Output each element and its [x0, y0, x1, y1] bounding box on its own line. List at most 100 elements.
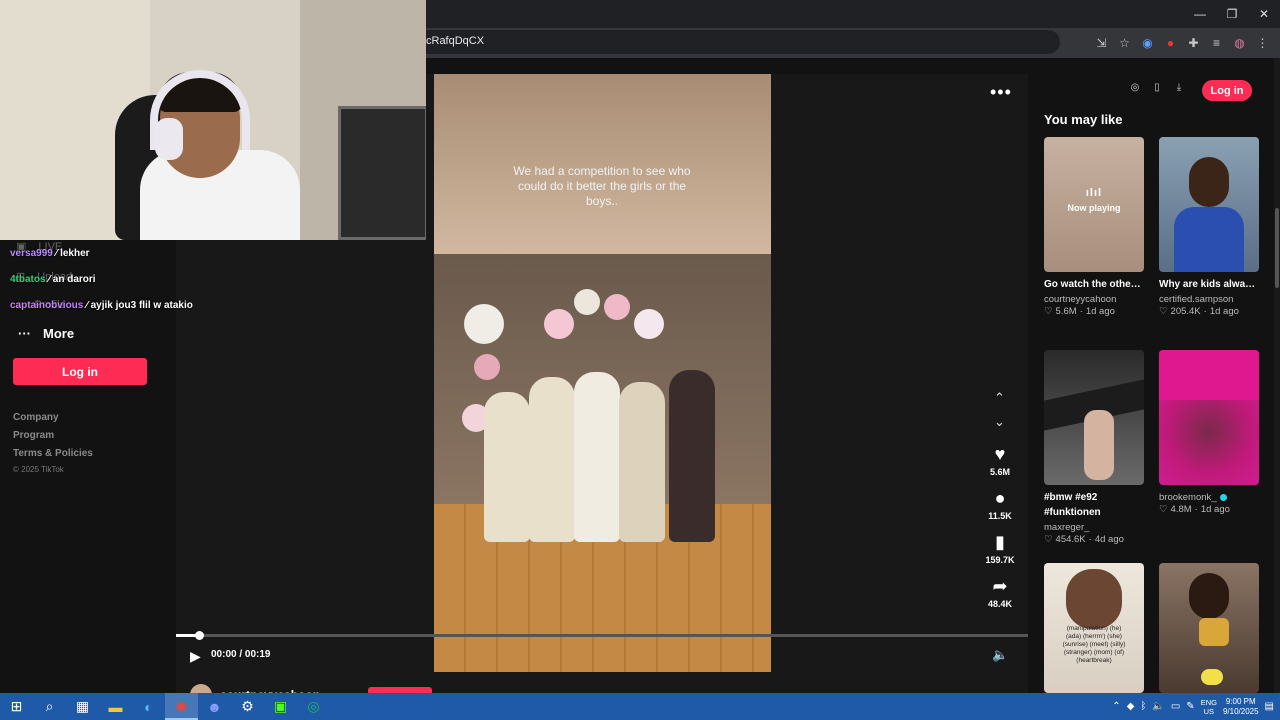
- recommended-video-card[interactable]: brookemonk_ ♡ 4.8M · 1d ago: [1159, 350, 1259, 515]
- language-indicator[interactable]: ENG US: [1201, 698, 1217, 716]
- now-playing-label: Now playing: [1067, 203, 1121, 213]
- comment-button[interactable]: ● 11.5K: [980, 488, 1020, 521]
- person: [669, 370, 715, 542]
- balloon: [604, 294, 630, 320]
- recommended-video-card[interactable]: [1159, 563, 1259, 693]
- volume-icon[interactable]: 🔈: [992, 647, 1008, 663]
- card-title[interactable]: #bmw #e92 #funktionen: [1044, 490, 1134, 520]
- copyright: © 2025 TikTok: [13, 465, 64, 474]
- slash-icon: ⁄: [55, 248, 58, 259]
- install-app-icon[interactable]: ⇲: [1090, 32, 1113, 54]
- profile-avatar-icon[interactable]: ◍: [1228, 32, 1251, 54]
- bookmark-button[interactable]: ▮ 159.7K: [980, 532, 1020, 565]
- post-age: 1d ago: [1200, 504, 1230, 515]
- language-label: ENG: [1200, 697, 1217, 707]
- you-may-like-heading: You may like: [1044, 112, 1123, 127]
- minimize-button[interactable]: —: [1184, 0, 1216, 28]
- comment-icon: ●: [994, 488, 1006, 508]
- file-explorer-icon[interactable]: ▬: [99, 693, 132, 720]
- start-icon[interactable]: ⊞: [0, 693, 33, 720]
- card-author[interactable]: brookemonk_: [1159, 492, 1259, 503]
- close-button[interactable]: ✕: [1248, 0, 1280, 28]
- video-thumbnail[interactable]: [1159, 350, 1259, 485]
- progress-handle[interactable]: [195, 631, 204, 640]
- bluetooth-icon[interactable]: ᛒ: [1140, 701, 1146, 712]
- media-controls-icon[interactable]: ≡: [1205, 32, 1228, 54]
- header-login-button[interactable]: Log in: [1202, 80, 1252, 101]
- discord-icon[interactable]: ☻: [198, 693, 231, 720]
- video-frame[interactable]: We had a competition to see who could do…: [434, 74, 771, 672]
- page-scrollbar[interactable]: [1274, 58, 1280, 693]
- device-icon[interactable]: ▯: [1150, 80, 1164, 94]
- video-thumbnail[interactable]: [1159, 137, 1259, 272]
- system-tray: ⌃ ◆ ᛒ 🔈 ▭ ✎ ENG US 9:00 PM 9/10/2025 ▤: [1112, 693, 1280, 720]
- balloon: [574, 289, 600, 315]
- share-button[interactable]: ➦ 48.4K: [980, 576, 1020, 609]
- edge-icon[interactable]: ◐: [132, 693, 165, 720]
- card-meta: ♡ 5.6M · 1d ago: [1044, 306, 1144, 317]
- notification-icon[interactable]: ▤: [1265, 701, 1274, 712]
- card-author[interactable]: maxreger_: [1044, 522, 1144, 533]
- card-title[interactable]: Why are kids always so messy after thei.…: [1159, 277, 1259, 292]
- scrollbar-thumb[interactable]: [1275, 208, 1279, 288]
- download-icon[interactable]: ⤓: [1172, 80, 1186, 94]
- clock[interactable]: 9:00 PM 9/10/2025: [1223, 697, 1259, 717]
- like-button[interactable]: ♥ 5.6M: [980, 444, 1020, 477]
- sidebar-login-button[interactable]: Log in: [13, 358, 147, 385]
- card-meta: ♡ 454.6K · 4d ago: [1044, 534, 1144, 545]
- steam-icon[interactable]: ⚙: [231, 693, 264, 720]
- footer-link-terms[interactable]: Terms & Policies: [13, 448, 93, 459]
- headset-earcup: [155, 118, 183, 160]
- post-age: 4d ago: [1094, 534, 1124, 545]
- screen: — ❐ ✕ cRafqDqCX ⇲ ☆ ◉ ● ✚ ≡ ◍ ⋮ ··· More…: [0, 0, 1280, 720]
- chat-message: versa999 ⁄ lekher: [10, 248, 90, 259]
- search-icon[interactable]: ⌕: [33, 693, 66, 720]
- card-author[interactable]: certified.sampson: [1159, 294, 1259, 305]
- record-extension-icon[interactable]: ●: [1159, 32, 1182, 54]
- browser-menu-icon[interactable]: ⋮: [1251, 32, 1274, 54]
- video-thumbnail[interactable]: (manipulation) (he) (ada) (herrrrr) (she…: [1044, 563, 1144, 693]
- thumbnail-food: [1199, 618, 1229, 646]
- like-count: 205.4K: [1170, 306, 1201, 317]
- thumbnail-face: [1189, 157, 1229, 207]
- recommended-video-card[interactable]: ılıl Now playing Go watch the other vide…: [1044, 137, 1144, 317]
- webcam-door: [338, 106, 426, 240]
- play-icon[interactable]: ▶: [190, 648, 201, 665]
- recommended-video-card[interactable]: Why are kids always so messy after thei.…: [1159, 137, 1259, 317]
- recommended-video-card[interactable]: #bmw #e92 #funktionen maxreger_ ♡ 454.6K…: [1044, 350, 1144, 545]
- network-icon[interactable]: ▭: [1171, 701, 1180, 712]
- chat-text: lekher: [60, 248, 90, 259]
- previous-video-chevron-up-icon[interactable]: ⌃: [994, 390, 1005, 406]
- task-view-icon[interactable]: ▦: [66, 693, 99, 720]
- bookmark-count: 159.7K: [985, 555, 1015, 565]
- video-thumbnail[interactable]: [1044, 350, 1144, 485]
- extensions-puzzle-icon[interactable]: ✚: [1182, 32, 1205, 54]
- speaker-icon[interactable]: 🔈: [1152, 701, 1164, 712]
- pen-icon[interactable]: ✎: [1186, 701, 1194, 712]
- next-video-chevron-down-icon[interactable]: ⌄: [994, 414, 1005, 430]
- bookmark-star-icon[interactable]: ☆: [1113, 32, 1136, 54]
- like-count: 4.8M: [1170, 504, 1192, 515]
- more-options-icon[interactable]: •••: [990, 82, 1012, 103]
- meta-separator: ·: [1079, 306, 1083, 317]
- extension-icon[interactable]: ◉: [1136, 32, 1159, 54]
- footer-link-company[interactable]: Company: [13, 412, 59, 423]
- restore-button[interactable]: ❐: [1216, 0, 1248, 28]
- app-icon[interactable]: ▣: [264, 693, 297, 720]
- chevron-up-icon[interactable]: ⌃: [1112, 701, 1120, 712]
- chat-message: captainobvious ⁄ ayjik jou3 flil w ataki…: [10, 300, 193, 311]
- video-thumbnail[interactable]: ılıl Now playing: [1044, 137, 1144, 272]
- chat-message: 4tbatos ⁄ an darori: [10, 274, 96, 285]
- card-author[interactable]: courtneyycahoon: [1044, 294, 1144, 305]
- video-thumbnail[interactable]: [1159, 563, 1259, 693]
- compass-icon[interactable]: ◎: [1128, 80, 1142, 94]
- sidebar-item-more[interactable]: ··· More: [18, 326, 74, 341]
- spotify-icon[interactable]: ◎: [297, 693, 330, 720]
- person: [619, 382, 665, 542]
- progress-bar[interactable]: [176, 631, 1028, 640]
- tray-app-icon[interactable]: ◆: [1127, 701, 1135, 712]
- footer-link-program[interactable]: Program: [13, 430, 54, 441]
- card-title[interactable]: Go watch the other video and vote in t..…: [1044, 277, 1144, 292]
- chrome-icon[interactable]: ◉: [165, 693, 198, 720]
- recommended-video-card[interactable]: (manipulation) (he) (ada) (herrrrr) (she…: [1044, 563, 1144, 693]
